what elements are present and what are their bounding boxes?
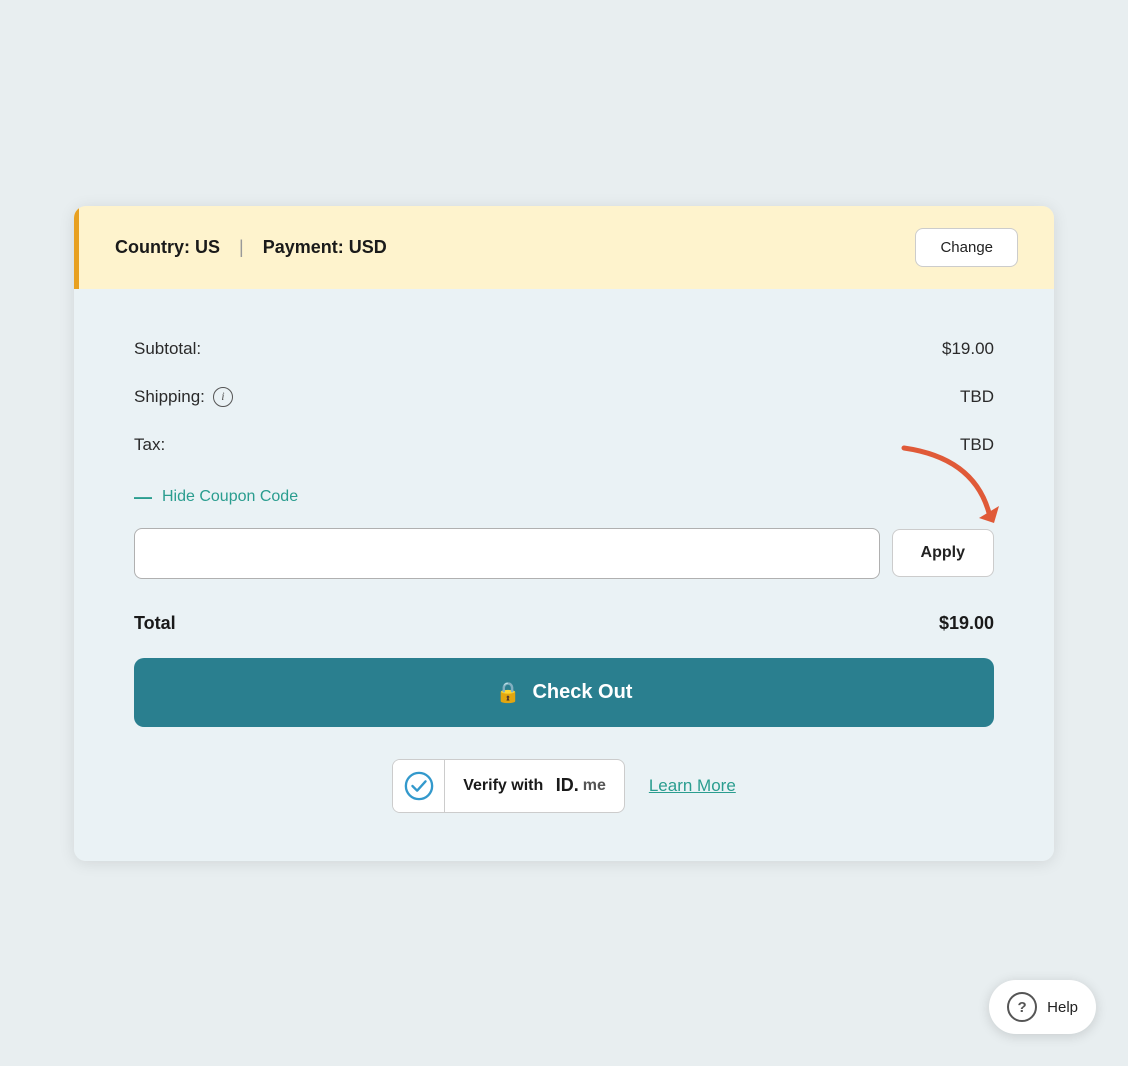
verify-section: Verify with ID.me Learn More [134, 759, 994, 821]
lock-icon: 🔒 [496, 680, 521, 705]
help-icon: ? [1007, 992, 1037, 1022]
coupon-dash: — [134, 487, 152, 508]
payment-label: Payment: USD [263, 237, 387, 257]
learn-more-button[interactable]: Learn More [649, 776, 736, 796]
subtotal-value: $19.00 [942, 339, 994, 359]
total-row: Total $19.00 [134, 603, 994, 658]
apply-button[interactable]: Apply [892, 529, 994, 577]
shipping-label: Shipping: i [134, 387, 233, 407]
subtotal-row: Subtotal: $19.00 [134, 325, 994, 373]
shipping-info-icon[interactable]: i [213, 387, 233, 407]
subtotal-label: Subtotal: [134, 339, 201, 359]
idme-button[interactable]: Verify with ID.me [392, 759, 625, 813]
checkout-button[interactable]: 🔒 Check Out [134, 658, 994, 727]
coupon-input[interactable] [134, 528, 880, 579]
help-button[interactable]: ? Help [989, 980, 1096, 1034]
idme-brand: ID. [556, 775, 579, 796]
shipping-value: TBD [960, 387, 994, 407]
coupon-toggle[interactable]: — Hide Coupon Code [134, 469, 994, 518]
checkout-card: Country: US | Payment: USD Change Subtot… [74, 206, 1054, 861]
idme-check-icon [393, 760, 445, 812]
idme-text: Verify with ID.me [445, 775, 624, 796]
idme-suffix: me [583, 777, 606, 795]
main-content: Subtotal: $19.00 Shipping: i TBD Tax: TB… [74, 289, 1054, 861]
total-label: Total [134, 613, 176, 634]
change-button[interactable]: Change [915, 228, 1018, 267]
tax-label: Tax: [134, 435, 165, 455]
shipping-row: Shipping: i TBD [134, 373, 994, 421]
help-label: Help [1047, 999, 1078, 1016]
header-info: Country: US | Payment: USD [115, 237, 387, 258]
total-value: $19.00 [939, 613, 994, 634]
header-bar: Country: US | Payment: USD Change [74, 206, 1054, 289]
coupon-toggle-label: Hide Coupon Code [162, 488, 298, 506]
country-label: Country: US [115, 237, 220, 257]
coupon-row-wrapper: Apply [134, 528, 994, 579]
separator: | [239, 237, 244, 257]
tax-value: TBD [960, 435, 994, 455]
checkout-label: Check Out [532, 681, 632, 704]
tax-row: Tax: TBD [134, 421, 994, 469]
coupon-row: Apply [134, 528, 994, 579]
